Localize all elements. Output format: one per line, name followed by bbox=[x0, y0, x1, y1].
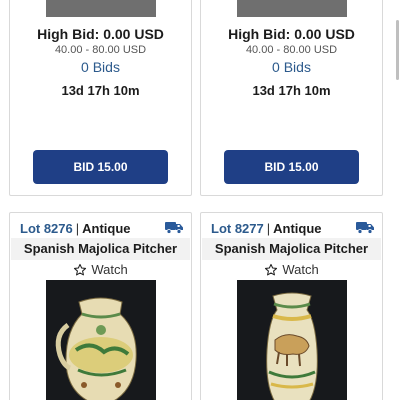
lot-image-cropped[interactable] bbox=[46, 0, 156, 17]
time-remaining: 13d 17h 10m bbox=[252, 83, 331, 98]
truck-icon bbox=[165, 222, 183, 234]
star-outline-icon bbox=[74, 263, 87, 275]
lot-separator: | bbox=[266, 220, 271, 236]
bid-button[interactable]: BID 15.00 bbox=[33, 150, 168, 184]
lot-category: Antique bbox=[273, 220, 322, 236]
pitcher-image bbox=[46, 280, 156, 400]
estimate-range: 40.00 - 80.00 USD bbox=[54, 44, 147, 56]
lot-card-top-right[interactable]: High Bid: 0.00 USD 40.00 - 80.00 USD 0 B… bbox=[200, 0, 383, 196]
lot-photo[interactable] bbox=[46, 280, 156, 400]
lot-card-top-left[interactable]: High Bid: 0.00 USD 40.00 - 80.00 USD 0 B… bbox=[9, 0, 192, 196]
lot-title[interactable]: Spanish Majolica Pitcher bbox=[10, 241, 191, 256]
watch-button[interactable]: Watch bbox=[10, 262, 191, 277]
bid-count-link[interactable]: 0 Bids bbox=[10, 59, 191, 75]
lot-title[interactable]: Spanish Majolica Pitcher bbox=[201, 241, 382, 256]
lot-card-8277[interactable]: Lot 8277 | Antique Spanish Majolica Pitc… bbox=[200, 212, 383, 400]
lot-separator: | bbox=[75, 220, 80, 236]
lot-number-link[interactable]: Lot 8276 bbox=[20, 221, 73, 236]
bid-count-link[interactable]: 0 Bids bbox=[201, 59, 382, 75]
estimate-range: 40.00 - 80.00 USD bbox=[245, 44, 338, 56]
auction-listing-grid: High Bid: 0.00 USD 40.00 - 80.00 USD 0 B… bbox=[0, 0, 400, 400]
high-bid-text: High Bid: 0.00 USD bbox=[37, 26, 164, 42]
time-remaining: 13d 17h 10m bbox=[61, 83, 140, 98]
watch-button[interactable]: Watch bbox=[201, 262, 382, 277]
watch-label: Watch bbox=[91, 262, 128, 277]
watch-label: Watch bbox=[282, 262, 319, 277]
bid-button[interactable]: BID 15.00 bbox=[224, 150, 359, 184]
truck-icon bbox=[356, 222, 374, 234]
vase-image bbox=[237, 280, 347, 400]
lot-category: Antique bbox=[82, 220, 131, 236]
lot-image-cropped[interactable] bbox=[237, 0, 347, 17]
lot-header: Lot 8276 | Antique bbox=[20, 218, 183, 238]
lot-card-8276[interactable]: Lot 8276 | Antique Spanish Majolica Pitc… bbox=[9, 212, 192, 400]
lot-number-link[interactable]: Lot 8277 bbox=[211, 221, 264, 236]
high-bid-text: High Bid: 0.00 USD bbox=[228, 26, 355, 42]
lot-photo[interactable] bbox=[237, 280, 347, 400]
star-outline-icon bbox=[265, 263, 278, 275]
lot-header: Lot 8277 | Antique bbox=[211, 218, 374, 238]
scrollbar[interactable] bbox=[396, 20, 399, 80]
